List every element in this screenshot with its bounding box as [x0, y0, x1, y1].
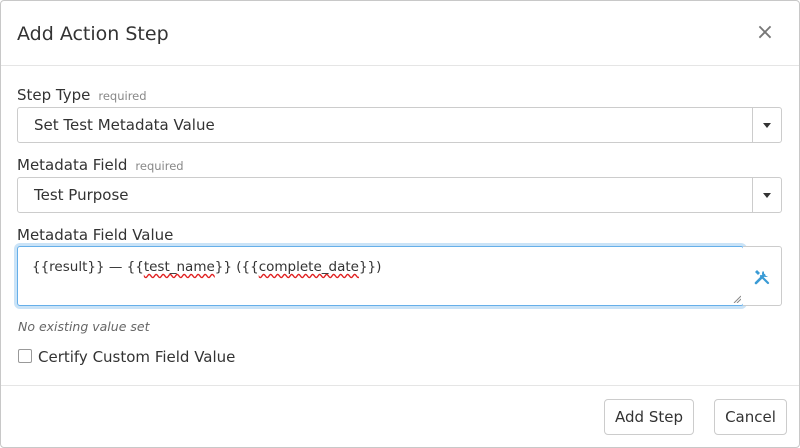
- metadata-value-text: {{result}} — {{test_name}} ({{complete_d…: [32, 258, 381, 276]
- metadata-value-textarea[interactable]: {{result}} — {{test_name}} ({{complete_d…: [17, 246, 744, 306]
- value-text-part: }}): [358, 259, 382, 275]
- no-existing-value-hint: No existing value set: [18, 319, 150, 334]
- step-type-label-row: Step Type required: [17, 86, 147, 105]
- dialog-title: Add Action Step: [17, 23, 169, 45]
- variable-tools-button[interactable]: [743, 246, 782, 306]
- metadata-field-required: required: [135, 159, 184, 173]
- value-text-misspelled: test_name: [143, 259, 215, 275]
- dialog-header: Add Action Step ×: [1, 1, 799, 66]
- step-type-select[interactable]: Set Test Metadata Value: [17, 107, 782, 143]
- certify-label[interactable]: Certify Custom Field Value: [38, 348, 235, 366]
- dialog-footer: Add Step Cancel: [1, 385, 799, 448]
- step-type-required: required: [98, 89, 147, 103]
- add-action-step-dialog: Add Action Step × Step Type required Set …: [0, 0, 800, 448]
- chevron-down-icon[interactable]: [752, 108, 781, 142]
- cancel-button[interactable]: Cancel: [714, 399, 787, 435]
- close-icon[interactable]: ×: [754, 22, 776, 44]
- value-text-misspelled: complete_date: [258, 259, 359, 275]
- tools-icon: [754, 270, 770, 285]
- step-type-label: Step Type: [17, 86, 91, 104]
- step-type-value: Set Test Metadata Value: [34, 116, 215, 134]
- value-text-part: }} ({{: [214, 259, 259, 275]
- add-step-button[interactable]: Add Step: [604, 399, 694, 435]
- metadata-value-label: Metadata Field Value: [17, 226, 174, 244]
- metadata-field-label: Metadata Field: [17, 156, 128, 174]
- value-text-part: {{result}} — {{: [32, 259, 144, 275]
- metadata-field-label-row: Metadata Field required: [17, 156, 184, 175]
- resize-grip-icon[interactable]: [733, 295, 741, 303]
- chevron-down-icon[interactable]: [752, 178, 781, 212]
- metadata-field-value: Test Purpose: [34, 186, 129, 204]
- metadata-field-select[interactable]: Test Purpose: [17, 177, 782, 213]
- certify-checkbox[interactable]: [18, 349, 32, 363]
